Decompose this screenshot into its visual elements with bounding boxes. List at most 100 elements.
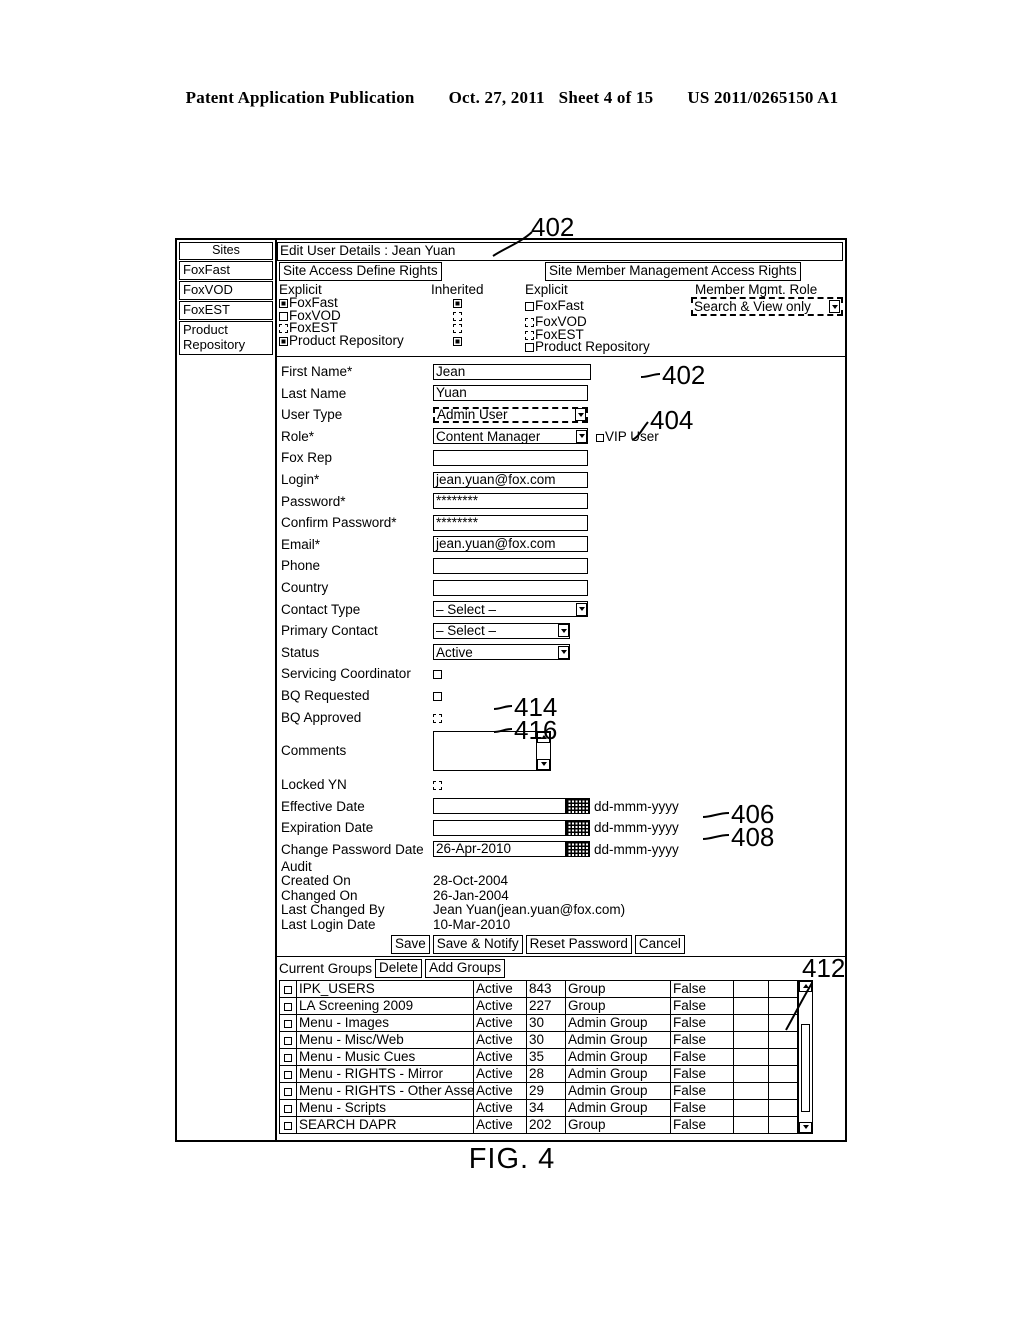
add-groups-button[interactable]: Add Groups: [425, 958, 506, 978]
row-checkbox[interactable]: [283, 1071, 292, 1080]
input-first-name[interactable]: Jean: [433, 363, 591, 380]
checkbox-member-product-repository[interactable]: [525, 343, 534, 353]
row-checkbox[interactable]: [283, 986, 292, 995]
field-fox-rep: Fox Rep: [281, 447, 843, 469]
reset-password-button[interactable]: Reset Password: [525, 934, 632, 954]
row-checkbox[interactable]: [283, 1020, 292, 1029]
input-login[interactable]: jean.yuan@fox.com: [433, 471, 588, 488]
input-effective-date[interactable]: [433, 798, 566, 815]
input-country[interactable]: [433, 579, 588, 596]
table-row[interactable]: Menu - RIGHTS - Other Assets Active 29 A…: [279, 1081, 798, 1100]
table-row[interactable]: Menu - Scripts Active 34 Admin Group Fal…: [279, 1098, 798, 1117]
row-checkbox[interactable]: [283, 1037, 292, 1046]
checkbox-inherited-foxvod[interactable]: [452, 311, 462, 321]
member-mgmt-role-select[interactable]: Search & View only: [691, 297, 843, 316]
cell-blank-2: [768, 1013, 798, 1032]
checkbox-locked-yn[interactable]: [433, 781, 442, 791]
input-email[interactable]: jean.yuan@fox.com: [433, 536, 588, 553]
input-phone[interactable]: [433, 557, 588, 574]
label-change-password-date: Change Password Date: [281, 841, 424, 857]
field-locked-yn: Locked YN: [281, 774, 843, 796]
checkbox-explicit-foxest[interactable]: [279, 324, 288, 334]
callout-416-bq-approved: 416: [514, 715, 558, 745]
checkbox-member-foxest[interactable]: [525, 330, 534, 340]
delete-groups-button[interactable]: Delete: [375, 958, 423, 978]
select-role[interactable]: Content Manager: [433, 428, 588, 445]
calendar-icon[interactable]: [566, 798, 590, 815]
checkbox-member-foxvod[interactable]: [525, 318, 534, 327]
select-user-type[interactable]: Admin User: [433, 406, 588, 423]
label-user-type: User Type: [281, 407, 343, 423]
checkbox-inherited-foxest[interactable]: [452, 324, 462, 334]
table-row[interactable]: Menu - Images Active 30 Admin Group Fals…: [279, 1013, 798, 1032]
table-row[interactable]: LA Screening 2009 Active 227 Group False: [279, 996, 798, 1015]
scroll-down-icon[interactable]: [799, 1121, 812, 1133]
cell-group-status: Active: [473, 1047, 527, 1066]
publication-date: Oct. 27, 2011: [448, 88, 545, 107]
tab-site-access-define-rights[interactable]: Site Access Define Rights: [279, 262, 442, 281]
member-mgmt-role-value: Search & View only: [694, 299, 811, 314]
checkbox-explicit-product-repository[interactable]: [279, 336, 288, 346]
hint-effective-date: dd-mmm-yyyy: [594, 798, 679, 814]
calendar-icon[interactable]: [566, 841, 590, 858]
patent-number: US 2011/0265150 A1: [687, 88, 839, 107]
page-title: Edit User Details : Jean Yuan: [277, 242, 843, 261]
checkbox-inherited-product-repository[interactable]: [452, 336, 462, 346]
checkbox-bq-approved[interactable]: [433, 713, 442, 723]
row-checkbox[interactable]: [283, 1122, 292, 1131]
cell-group-count: 202: [526, 1115, 566, 1134]
checkbox-explicit-foxfast[interactable]: [279, 299, 288, 308]
select-primary-contact[interactable]: – Select –: [433, 622, 570, 639]
checkbox-member-foxfast[interactable]: [525, 302, 534, 312]
save-and-notify-button[interactable]: Save & Notify: [432, 934, 523, 954]
select-status[interactable]: Active: [433, 644, 570, 661]
groups-table-scrollbar[interactable]: [798, 979, 813, 1134]
input-last-name[interactable]: Yuan: [433, 385, 588, 402]
cell-group-count: 30: [526, 1030, 566, 1049]
chevron-down-icon[interactable]: [558, 645, 569, 659]
save-button[interactable]: Save: [391, 934, 430, 954]
cell-group-count: 29: [526, 1081, 566, 1100]
checkbox-vip-user[interactable]: [596, 433, 604, 442]
chevron-down-icon[interactable]: [829, 300, 840, 313]
sidebar-item-foxest[interactable]: FoxEST: [179, 301, 273, 320]
sidebar-item-product-repository[interactable]: Product Repository: [179, 321, 273, 355]
checkbox-servicing-coordinator[interactable]: [433, 670, 442, 680]
table-row[interactable]: Menu - RIGHTS - Mirror Active 28 Admin G…: [279, 1064, 798, 1083]
table-row[interactable]: IPK_USERS Active 843 Group False: [279, 979, 798, 998]
input-change-password-date[interactable]: 26-Apr-2010: [433, 841, 566, 858]
cell-group-type: Admin Group: [565, 1013, 671, 1032]
input-confirm-password[interactable]: ********: [433, 514, 588, 531]
scroll-down-icon[interactable]: [537, 758, 550, 770]
table-row[interactable]: Menu - Music Cues Active 35 Admin Group …: [279, 1047, 798, 1066]
chevron-down-icon[interactable]: [558, 624, 569, 638]
calendar-icon[interactable]: [566, 819, 590, 836]
cancel-button[interactable]: Cancel: [634, 934, 685, 954]
table-row[interactable]: SEARCH DAPR Active 202 Group False: [279, 1115, 798, 1134]
row-checkbox[interactable]: [283, 1054, 292, 1063]
row-checkbox[interactable]: [283, 1003, 292, 1012]
select-contact-type[interactable]: – Select –: [433, 601, 588, 618]
checkbox-inherited-foxfast[interactable]: [452, 299, 462, 308]
checkbox-explicit-foxvod[interactable]: [279, 311, 288, 321]
cell-blank-2: [768, 1081, 798, 1100]
chevron-down-icon[interactable]: [576, 429, 587, 443]
site-access-define-rights: Site Access Define Rights Explicit Inher…: [279, 262, 525, 354]
chevron-down-icon[interactable]: [575, 408, 586, 422]
table-row[interactable]: Menu - Misc/Web Active 30 Admin Group Fa…: [279, 1030, 798, 1049]
tab-site-member-management-access-rights[interactable]: Site Member Management Access Rights: [545, 262, 801, 281]
cell-group-count: 28: [526, 1064, 566, 1083]
input-password[interactable]: ********: [433, 493, 588, 510]
sidebar-item-foxvod[interactable]: FoxVOD: [179, 281, 273, 300]
sidebar-item-foxfast[interactable]: FoxFast: [179, 261, 273, 280]
cell-group-status: Active: [473, 1098, 527, 1117]
input-fox-rep[interactable]: [433, 449, 588, 466]
chevron-down-icon[interactable]: [576, 602, 587, 616]
row-checkbox[interactable]: [283, 1088, 292, 1097]
label-password: Password*: [281, 493, 346, 509]
member-mgmt-explicit-header: Explicit: [525, 282, 568, 297]
scrollbar-thumb[interactable]: [800, 992, 811, 1121]
row-checkbox[interactable]: [283, 1105, 292, 1114]
input-expiration-date[interactable]: [433, 819, 566, 836]
checkbox-bq-requested[interactable]: [433, 691, 442, 701]
